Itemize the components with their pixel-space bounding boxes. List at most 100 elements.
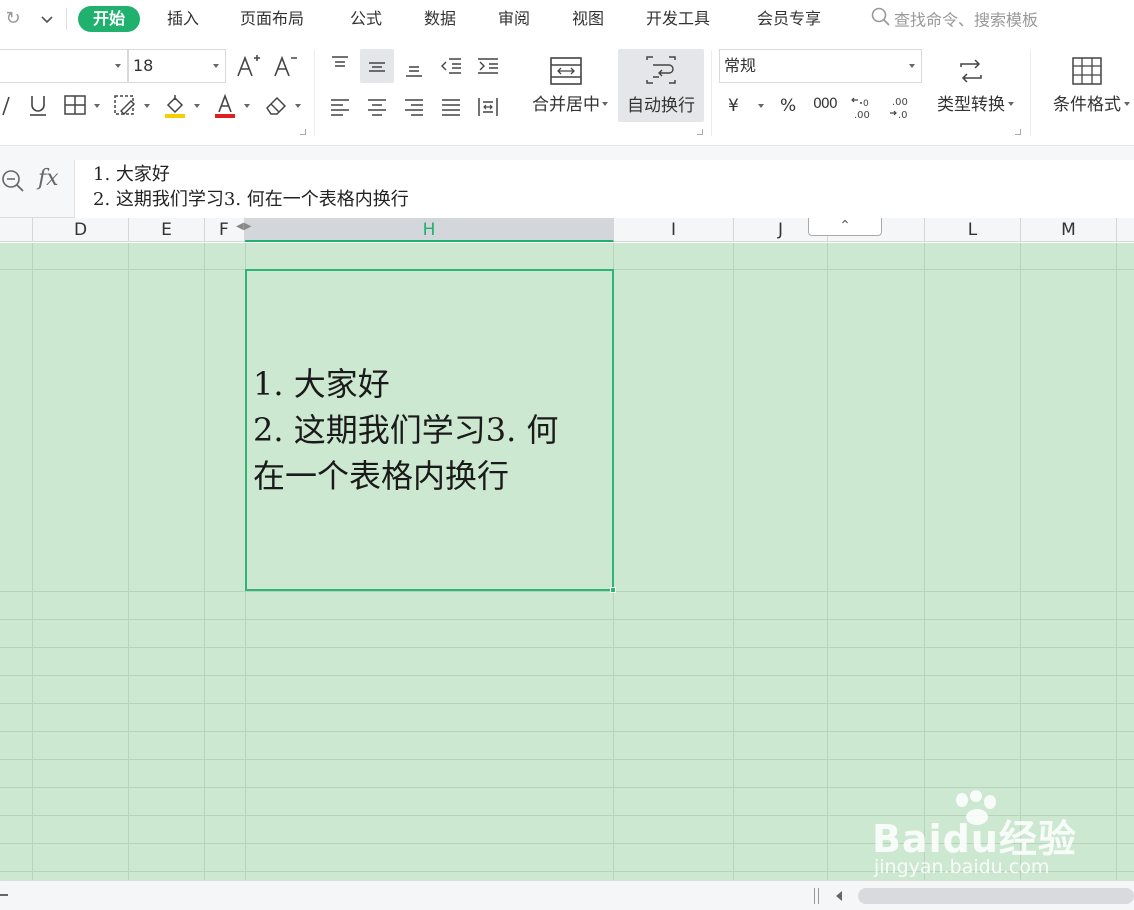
chevron-down-icon[interactable] — [144, 104, 150, 108]
column-header-h[interactable]: H — [245, 218, 614, 242]
increase-font-icon[interactable] — [233, 51, 263, 81]
sheet-grid[interactable]: 1. 大家好 2. 这期我们学习3. 何 在一个表格内换行 — [0, 243, 1134, 880]
italic-icon[interactable] — [0, 90, 22, 120]
command-search[interactable]: 查找命令、搜索模板 — [870, 6, 1038, 32]
formula-bar: fx 1. 大家好 2. 这期我们学习3. 何在一个表格内换行 — [0, 146, 1134, 218]
decrease-indent-icon[interactable] — [436, 51, 466, 81]
justify-icon[interactable] — [436, 92, 466, 122]
chevron-down-icon[interactable] — [295, 104, 301, 108]
fx-icon[interactable]: fx — [38, 166, 59, 191]
column-header-i[interactable]: I — [614, 218, 734, 242]
align-bottom-icon[interactable] — [399, 51, 429, 81]
borders-icon[interactable] — [60, 90, 90, 120]
cell-text-line: 在一个表格内换行 — [253, 457, 510, 495]
chevron-down-icon[interactable] — [94, 104, 100, 108]
tab-view[interactable]: 视图 — [572, 6, 604, 32]
tab-member[interactable]: 会员专享 — [757, 6, 821, 32]
column-header-e[interactable]: E — [129, 218, 205, 242]
font-color-icon[interactable] — [210, 90, 240, 120]
grid-line — [0, 731, 1134, 732]
alignment-dialog-launcher[interactable] — [697, 129, 703, 135]
align-middle-icon[interactable] — [360, 49, 394, 83]
currency-button[interactable]: ¥ — [728, 94, 739, 118]
hidden-column-icon[interactable]: ◀▶ — [236, 221, 251, 232]
ribbon-separator — [711, 50, 712, 136]
grid-line — [1020, 243, 1021, 880]
formula-line: 1. 大家好 — [93, 164, 170, 185]
quick-access-dropdown-icon[interactable] — [38, 9, 56, 29]
grid-line — [924, 243, 925, 880]
scroll-left-icon[interactable] — [836, 891, 842, 901]
align-center-icon[interactable] — [362, 92, 392, 122]
distributed-align-icon[interactable] — [473, 92, 503, 122]
percent-icon: % — [780, 96, 797, 116]
grid-line — [32, 243, 33, 880]
zoom-icon[interactable] — [0, 168, 26, 198]
column-header-l[interactable]: L — [925, 218, 1021, 242]
font-name-select[interactable] — [0, 49, 128, 83]
cell-style-icon[interactable] — [110, 90, 140, 120]
formula-line: 2. 这期我们学习3. 何在一个表格内换行 — [93, 189, 409, 210]
collapse-ribbon-button[interactable]: ⌃ — [808, 218, 882, 236]
column-header-d[interactable]: D — [33, 218, 129, 242]
conditional-format-button[interactable]: 条件格式 — [1040, 52, 1134, 124]
cell-content: 1. 大家好 2. 这期我们学习3. 何 在一个表格内换行 — [247, 361, 558, 499]
baidu-watermark: Baidu经验 jingyan.baidu.com — [868, 790, 1108, 880]
increase-decimal-icon[interactable]: 0.00 — [848, 92, 878, 122]
tab-developer[interactable]: 开发工具 — [646, 6, 710, 32]
font-size-value: 18 — [133, 56, 154, 75]
column-header-m[interactable]: M — [1021, 218, 1117, 242]
search-icon — [870, 6, 892, 36]
ribbon-toolbar: 18 合并居中 自动换行 常规 ¥ % 000 0 .00 .00 .0 类型转… — [0, 38, 1134, 146]
percent-button[interactable]: % — [780, 94, 796, 118]
number-format-select[interactable]: 常规 — [719, 49, 922, 83]
cell-text-line: 1. 大家好 — [253, 365, 390, 403]
increase-indent-icon[interactable] — [473, 51, 503, 81]
merge-center-button[interactable]: 合并居中 — [520, 52, 612, 124]
formula-input[interactable]: 1. 大家好 2. 这期我们学习3. 何在一个表格内换行 — [74, 160, 1134, 218]
eraser-icon[interactable] — [261, 90, 291, 120]
number-dialog-launcher[interactable] — [1015, 129, 1021, 135]
merge-cells-icon — [520, 52, 612, 90]
chevron-down-icon — [213, 64, 219, 68]
type-convert-button[interactable]: 类型转换 — [926, 52, 1016, 124]
font-size-select[interactable]: 18 — [128, 49, 226, 83]
align-left-icon[interactable] — [325, 92, 355, 122]
wrap-text-button[interactable]: 自动换行 — [618, 49, 704, 122]
font-dialog-launcher[interactable] — [300, 129, 306, 135]
grid-line — [733, 243, 734, 880]
tab-start[interactable]: 开始 — [78, 6, 141, 32]
redo-icon[interactable]: ↻ — [2, 8, 24, 30]
chevron-down-icon — [602, 102, 608, 106]
grid-line — [1116, 243, 1117, 880]
tab-insert[interactable]: 插入 — [167, 6, 199, 32]
scroll-split-handle[interactable] — [814, 888, 819, 904]
wrap-text-icon — [618, 49, 704, 91]
align-top-icon[interactable] — [325, 51, 355, 81]
underline-icon[interactable] — [23, 90, 53, 120]
fill-color-icon[interactable] — [160, 90, 190, 120]
fill-handle[interactable] — [610, 587, 616, 593]
tab-page-layout[interactable]: 页面布局 — [240, 6, 304, 32]
zoom-out-icon[interactable] — [0, 894, 8, 896]
grid-line — [827, 243, 828, 880]
chevron-down-icon[interactable] — [758, 104, 764, 108]
grid-line — [0, 675, 1134, 676]
svg-text:.00: .00 — [892, 97, 908, 108]
tab-data[interactable]: 数据 — [424, 6, 456, 32]
tab-review[interactable]: 审阅 — [498, 6, 530, 32]
selected-cell[interactable]: 1. 大家好 2. 这期我们学习3. 何 在一个表格内换行 — [245, 269, 614, 591]
ribbon-separator — [1030, 50, 1031, 136]
column-header-bar: D E F H I J L M ◀▶ — [0, 218, 1134, 242]
decrease-font-icon[interactable] — [270, 51, 300, 81]
column-header-c[interactable] — [0, 218, 33, 242]
horizontal-scrollbar[interactable] — [858, 888, 1134, 904]
align-right-icon[interactable] — [399, 92, 429, 122]
chevron-down-icon — [1008, 102, 1014, 106]
chevron-down-icon[interactable] — [194, 104, 200, 108]
chevron-down-icon[interactable] — [244, 104, 250, 108]
thousands-separator-button[interactable]: 000 — [813, 92, 838, 116]
decrease-decimal-icon[interactable]: .00.0 — [886, 92, 916, 122]
tab-formulas[interactable]: 公式 — [350, 6, 382, 32]
column-header-n[interactable] — [1117, 218, 1134, 242]
